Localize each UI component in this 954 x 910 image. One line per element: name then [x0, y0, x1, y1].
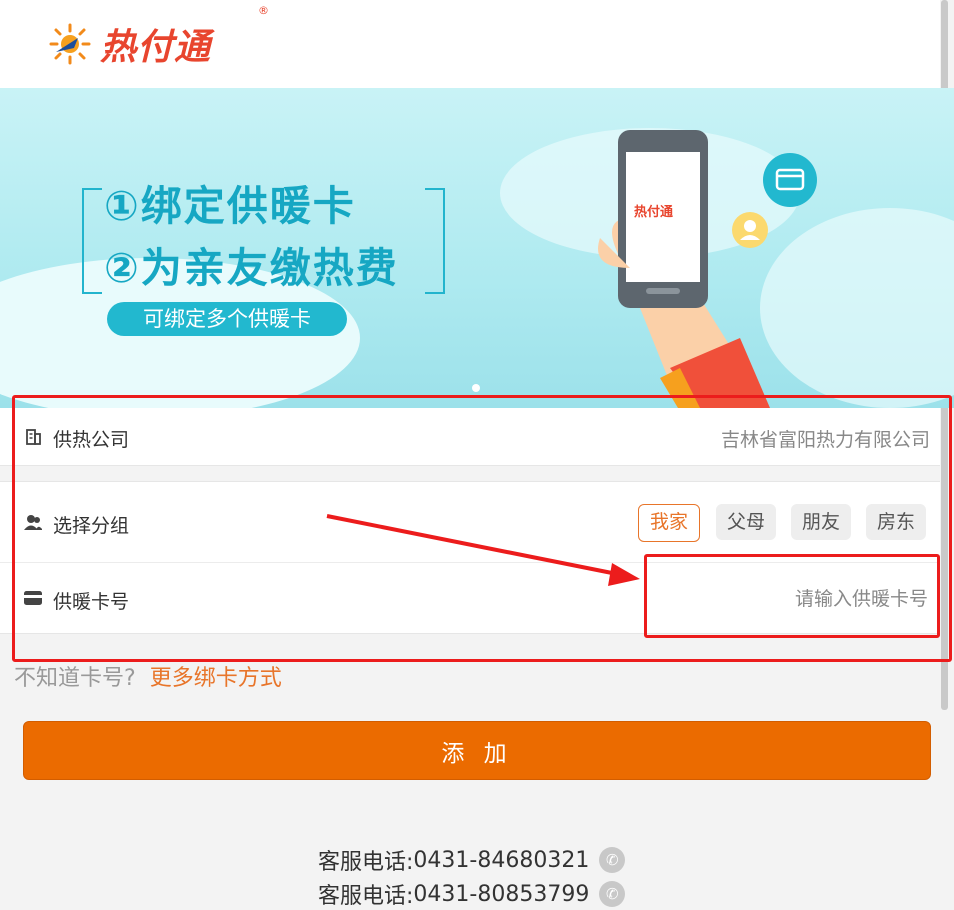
- phone-label: 客服电话:: [318, 884, 414, 909]
- annotation-box-card-input: [644, 554, 940, 638]
- phone-icon[interactable]: ✆: [599, 881, 626, 907]
- registered-mark: ®: [258, 4, 269, 17]
- bracket-left: [82, 188, 102, 294]
- logo: 热付通: [48, 18, 211, 70]
- hint-text: 不知道卡号?: [14, 666, 136, 691]
- add-button[interactable]: 添 加: [23, 721, 931, 780]
- hand-phone-illustration: 热付通: [598, 130, 817, 408]
- logo-text: 热付通: [100, 27, 212, 68]
- more-bind-methods-link[interactable]: 更多绑卡方式: [150, 666, 282, 691]
- phone-number[interactable]: 0431-84680321: [413, 848, 589, 873]
- card-hint: 不知道卡号? 更多绑卡方式: [14, 660, 282, 692]
- banner-pill: 可绑定多个供暖卡: [107, 302, 347, 336]
- logo-sun-icon: [48, 22, 92, 66]
- app-header: 热付通 ®: [0, 0, 940, 88]
- phone-icon[interactable]: ✆: [599, 847, 626, 873]
- customer-service-phone: 客服电话: 0431-84680321 ✆: [318, 844, 626, 876]
- customer-service-phone: 客服电话: 0431-80853799 ✆: [318, 878, 626, 910]
- phone-label: 客服电话:: [318, 850, 414, 875]
- promo-banner[interactable]: ①绑定供暖卡 ②为亲友缴热费 可绑定多个供暖卡 热付通: [0, 88, 954, 408]
- banner-line-2: ②为亲友缴热费: [104, 244, 399, 292]
- phone-logo-text: 热付通: [634, 204, 673, 220]
- bracket-right: [425, 188, 445, 294]
- banner-line-1: ①绑定供暖卡: [104, 182, 356, 230]
- carousel-dot[interactable]: [472, 384, 480, 392]
